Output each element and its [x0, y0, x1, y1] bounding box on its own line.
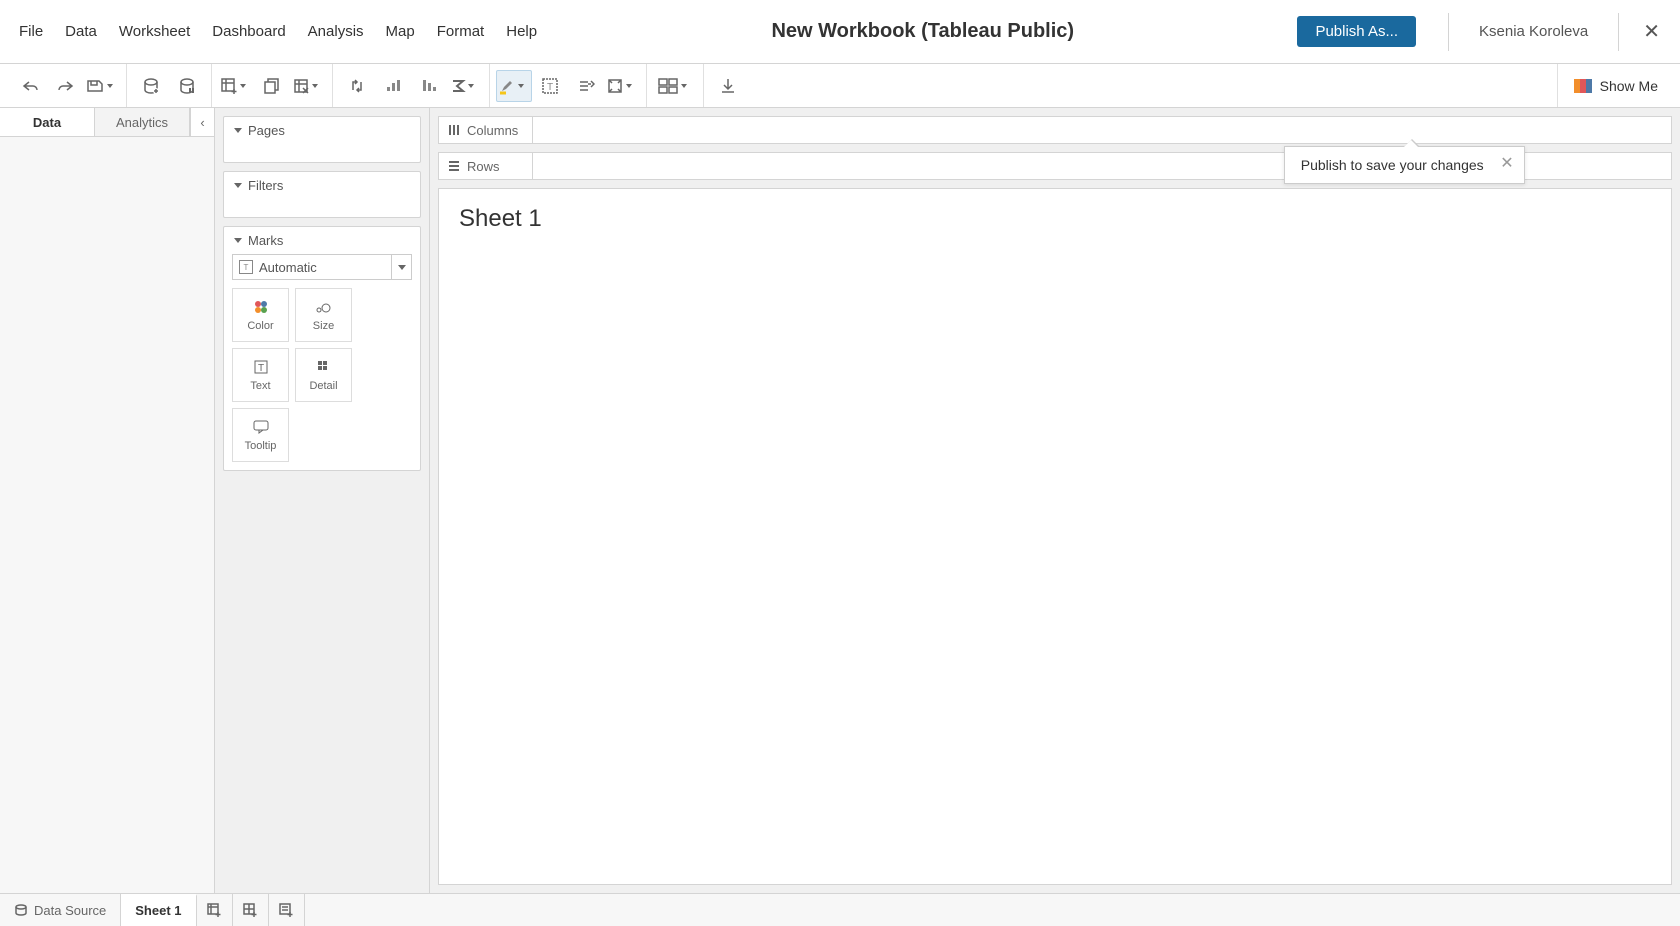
mark-type-select[interactable]: T Automatic: [232, 254, 412, 280]
sheet-1-tab[interactable]: Sheet 1: [121, 894, 196, 926]
mark-text-button[interactable]: T Text: [232, 348, 289, 402]
new-data-source-button[interactable]: [133, 70, 169, 102]
user-menu[interactable]: Ksenia Koroleva: [1461, 23, 1606, 40]
tab-data[interactable]: Data: [0, 108, 95, 136]
rows-shelf-label: Rows: [438, 152, 532, 180]
mark-type-value: Automatic: [259, 260, 317, 275]
mark-text-label: Text: [250, 380, 270, 392]
rows-icon: [447, 159, 461, 173]
toolbar: T Publish to save your changes ✕ Show Me: [0, 64, 1680, 108]
highlight-button[interactable]: [496, 70, 532, 102]
canvas-area: Columns Rows Sheet 1: [430, 108, 1680, 893]
menu-map[interactable]: Map: [375, 15, 426, 48]
cards-column: Pages Filters Marks T Automatic Color S: [215, 108, 430, 893]
undo-button[interactable]: [12, 70, 48, 102]
download-button[interactable]: [710, 70, 746, 102]
new-dashboard-tab[interactable]: [233, 894, 269, 926]
close-tooltip-icon[interactable]: ✕: [1500, 153, 1513, 173]
separator: [1448, 13, 1449, 51]
tooltip-icon: [252, 418, 270, 436]
filters-label: Filters: [248, 178, 283, 193]
columns-shelf-label: Columns: [438, 116, 532, 144]
show-hide-cards-button[interactable]: [653, 70, 697, 102]
redo-button[interactable]: [48, 70, 84, 102]
sheet-title[interactable]: Sheet 1: [459, 205, 1651, 233]
new-worksheet-tab[interactable]: [197, 894, 233, 926]
publish-as-button[interactable]: Publish As...: [1297, 16, 1416, 47]
data-source-icon: [14, 903, 28, 917]
columns-text: Columns: [467, 123, 518, 138]
data-pane: Data Analytics ‹: [0, 108, 215, 893]
filters-card[interactable]: Filters: [223, 171, 421, 218]
tooltip-text: Publish to save your changes: [1301, 157, 1484, 173]
mark-color-label: Color: [247, 320, 273, 332]
mark-tooltip-button[interactable]: Tooltip: [232, 408, 289, 462]
menubar: File Data Worksheet Dashboard Analysis M…: [0, 0, 1680, 64]
data-source-label: Data Source: [34, 903, 106, 918]
format-button[interactable]: [568, 70, 604, 102]
close-icon[interactable]: ✕: [1631, 19, 1672, 44]
separator: [1618, 13, 1619, 51]
new-story-tab[interactable]: [269, 894, 305, 926]
detail-icon: [315, 358, 333, 376]
show-labels-button[interactable]: T: [532, 70, 568, 102]
collapse-pane-icon[interactable]: ‹: [190, 108, 214, 136]
data-source-tab[interactable]: Data Source: [0, 894, 121, 926]
sort-desc-button[interactable]: [411, 70, 447, 102]
svg-text:T: T: [547, 82, 553, 93]
menu-analysis[interactable]: Analysis: [297, 15, 375, 48]
pause-auto-updates-button[interactable]: [169, 70, 205, 102]
mark-detail-button[interactable]: Detail: [295, 348, 352, 402]
automatic-mark-icon: T: [239, 260, 253, 274]
publish-tooltip: Publish to save your changes ✕: [1284, 146, 1525, 184]
duplicate-button[interactable]: [254, 70, 290, 102]
color-icon: [252, 298, 270, 316]
save-button[interactable]: [84, 70, 120, 102]
menu-file[interactable]: File: [8, 15, 54, 48]
show-me-icon: [1574, 79, 1592, 93]
menu-help[interactable]: Help: [495, 15, 548, 48]
sort-asc-button[interactable]: [375, 70, 411, 102]
mark-size-button[interactable]: Size: [295, 288, 352, 342]
tab-analytics[interactable]: Analytics: [95, 108, 190, 136]
mark-tooltip-label: Tooltip: [245, 440, 277, 452]
chevron-down-icon: [234, 183, 242, 188]
chevron-down-icon: [234, 128, 242, 133]
menu-format[interactable]: Format: [426, 15, 496, 48]
dropdown-icon: [391, 255, 411, 279]
fit-button[interactable]: [604, 70, 640, 102]
swap-button[interactable]: [339, 70, 375, 102]
rows-text: Rows: [467, 159, 500, 174]
clear-button[interactable]: [290, 70, 326, 102]
menu-worksheet[interactable]: Worksheet: [108, 15, 201, 48]
marks-label: Marks: [248, 233, 283, 248]
show-me-label: Show Me: [1600, 78, 1658, 94]
workbook-title: New Workbook (Tableau Public): [548, 20, 1297, 43]
size-icon: [315, 298, 333, 316]
main-area: Data Analytics ‹ Pages Filters Marks T A…: [0, 108, 1680, 893]
marks-card: Marks T Automatic Color Size T Text: [223, 226, 421, 471]
totals-button[interactable]: [447, 70, 483, 102]
sheet-tabs-bar: Data Source Sheet 1: [0, 893, 1680, 926]
mark-detail-label: Detail: [309, 380, 337, 392]
columns-icon: [447, 123, 461, 137]
new-worksheet-button[interactable]: [218, 70, 254, 102]
data-pane-body: [0, 137, 214, 893]
menu-dashboard[interactable]: Dashboard: [201, 15, 296, 48]
text-icon: T: [252, 358, 270, 376]
sheet-canvas[interactable]: Sheet 1: [438, 188, 1672, 885]
menu-data[interactable]: Data: [54, 15, 108, 48]
mark-color-button[interactable]: Color: [232, 288, 289, 342]
columns-shelf[interactable]: [532, 116, 1672, 144]
svg-text:T: T: [257, 363, 263, 374]
pages-card[interactable]: Pages: [223, 116, 421, 163]
chevron-down-icon: [234, 238, 242, 243]
pages-label: Pages: [248, 123, 285, 138]
show-me-button[interactable]: Show Me: [1558, 78, 1674, 94]
mark-size-label: Size: [313, 320, 334, 332]
